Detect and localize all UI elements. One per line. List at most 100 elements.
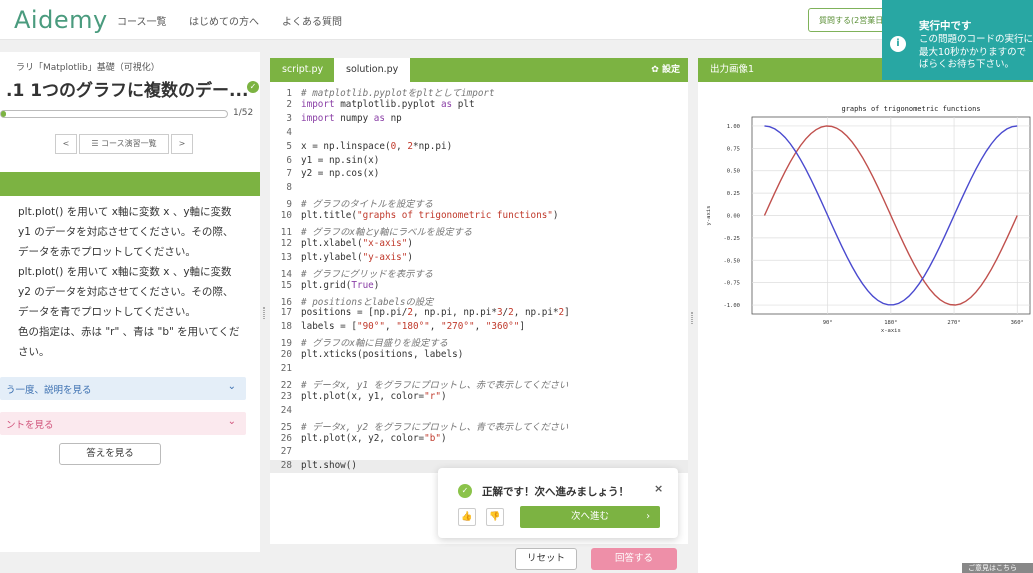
info-icon: i xyxy=(890,36,906,52)
nav-course-list[interactable]: コース一覧 xyxy=(117,13,167,28)
code-line[interactable]: 16 # positionsとlabelsの設定 xyxy=(270,294,688,308)
line-number: 25 xyxy=(280,421,292,433)
x-tick-label: 270° xyxy=(947,320,960,326)
code-line[interactable]: 21 xyxy=(270,363,688,376)
resize-handle-left[interactable] xyxy=(263,307,265,319)
editor-settings-button[interactable]: ✿ 設定 xyxy=(651,58,680,82)
code-line[interactable]: 14 # グラフにグリッドを表示する xyxy=(270,266,688,280)
code-line[interactable]: 19 # グラフのx軸に目盛りを設定する xyxy=(270,335,688,350)
nav-faq[interactable]: よくある質問 xyxy=(282,13,342,28)
lesson-title: .1 1つのグラフに複数のデー... xyxy=(6,81,249,101)
line-number: 2 xyxy=(286,98,292,110)
code-line[interactable]: 23 plt.plot(x, y1, color="r") xyxy=(270,391,688,404)
exercise-list-button[interactable]: ☰ コース演習一覧 xyxy=(79,134,169,154)
hint-accordion[interactable]: ントを見る ⌄ xyxy=(0,412,246,435)
code-line[interactable]: 18 labels = ["90°", "180°", "270°", "360°… xyxy=(270,321,688,334)
line-number: 26 xyxy=(280,432,292,444)
tab-output-image-1[interactable]: 出力画像1 xyxy=(698,58,766,82)
thumbs-up-icon[interactable]: 👍 xyxy=(458,508,476,526)
gear-icon: ✿ xyxy=(651,65,659,75)
line-number: 14 xyxy=(280,268,292,280)
code-line[interactable]: 4 xyxy=(270,127,688,140)
line-number: 12 xyxy=(280,237,292,249)
code-line[interactable]: 27 xyxy=(270,446,688,459)
next-exercise-button[interactable]: > xyxy=(171,134,193,154)
line-number: 18 xyxy=(280,321,292,333)
y-tick-label: 0.75 xyxy=(727,146,740,152)
code-line[interactable]: 11 # グラフのx軸とy軸にラベルを設定する xyxy=(270,224,688,238)
completed-check-icon: ✓ xyxy=(247,81,259,93)
progress-fill xyxy=(1,111,6,117)
tab-solution-py[interactable]: solution.py xyxy=(334,58,411,82)
y-tick-label: -0.25 xyxy=(723,236,740,242)
code-line[interactable]: 24 xyxy=(270,405,688,418)
line-number: 13 xyxy=(280,251,292,263)
line-number: 6 xyxy=(286,154,292,166)
code-line[interactable]: 25 # データx, y2 をグラフにプロットし、青で表示してください xyxy=(270,419,688,433)
explanation-accordion[interactable]: う一度、説明を見る ⌄ xyxy=(0,377,246,400)
line-number: 11 xyxy=(280,227,292,238)
task-line: 色の指定は、赤は "r" 、青は "b" を用いてくだ xyxy=(18,326,240,338)
line-number: 8 xyxy=(286,182,292,194)
breadcrumb[interactable]: ラリ「Matplotlib」基礎（可視化） xyxy=(16,60,160,73)
show-answer-button[interactable]: 答えを見る xyxy=(59,443,161,465)
running-title: 実行中です xyxy=(919,20,972,32)
line-number: 27 xyxy=(280,446,292,458)
x-tick-label: 180° xyxy=(884,320,897,326)
code-line[interactable]: 10 plt.title("graphs of trigonometric fun… xyxy=(270,210,688,223)
toast-message: 正解です！次へ進みましょう！ xyxy=(482,486,629,498)
line-number: 1 xyxy=(286,88,292,99)
running-message-line: この問題のコードの実行には xyxy=(919,34,1033,45)
y-tick-label: 1.00 xyxy=(727,124,740,130)
lesson-panel: ラリ「Matplotlib」基礎（可視化） .1 1つのグラフに複数のデー...… xyxy=(0,52,260,552)
code-line[interactable]: 3 import numpy as np xyxy=(270,113,688,126)
code-line[interactable]: 9 # グラフのタイトルを設定する xyxy=(270,196,688,211)
line-number: 9 xyxy=(286,199,292,211)
thumbs-down-icon[interactable]: 👎 xyxy=(486,508,504,526)
aidemy-logo[interactable]: Aidemy xyxy=(14,6,108,34)
resize-handle-right[interactable] xyxy=(691,312,693,324)
code-line[interactable]: 2 import matplotlib.pyplot as plt xyxy=(270,99,688,112)
output-chart: 90° 180° 270° 360° -1.00 -0.75 -0.50 -0.25 0.00 0… xyxy=(706,105,1031,334)
y-tick-label: -1.00 xyxy=(723,303,740,309)
code-line[interactable]: 12 plt.xlabel("x-axis") xyxy=(270,238,688,251)
nav-beginners[interactable]: はじめての方へ xyxy=(189,13,259,28)
line-number: 17 xyxy=(280,307,292,319)
feedback-tab[interactable]: ご意見はこちら xyxy=(962,563,1033,573)
prev-exercise-button[interactable]: < xyxy=(55,134,77,154)
chevron-down-icon: ⌄ xyxy=(227,416,236,427)
progress-count: 1/52 xyxy=(233,108,254,118)
explanation-label: う一度、説明を見る xyxy=(6,385,92,396)
editor-tab-bar: script.py solution.py ✿ 設定 xyxy=(270,58,688,82)
x-tick-label: 90° xyxy=(823,320,833,326)
task-instructions: plt.plot() を用いて x軸に変数 x 、y軸に変数 y1 のデータを対… xyxy=(18,202,254,362)
code-line[interactable]: 26 plt.plot(x, y2, color="b") xyxy=(270,433,688,446)
code-line[interactable]: 1 # matplotlib.pyplotをpltとしてimport xyxy=(270,85,688,99)
task-line: データを青でプロットしてください。 xyxy=(18,306,196,318)
tab-script-py[interactable]: script.py xyxy=(270,58,335,82)
line-number: 16 xyxy=(280,296,292,308)
line-number: 19 xyxy=(280,338,292,350)
line-number: 21 xyxy=(280,363,292,374)
code-line[interactable]: 8 xyxy=(270,182,688,195)
task-line: y1 のデータを対応させてください。その際、 xyxy=(18,226,234,238)
code-line[interactable]: 22 # データx, y1 をグラフにプロットし、赤で表示してください xyxy=(270,377,688,391)
code-line[interactable]: 17 positions = [np.pi/2, np.pi, np.pi*3/2… xyxy=(270,307,688,320)
line-number: 23 xyxy=(280,390,292,402)
next-step-button[interactable]: 次へ進む › xyxy=(520,506,660,528)
settings-label: 設定 xyxy=(661,65,680,75)
code-line[interactable]: 6 y1 = np.sin(x) xyxy=(270,155,688,168)
submit-answer-button[interactable]: 回答する xyxy=(591,548,677,570)
x-tick-label: 360° xyxy=(1011,320,1024,326)
code-line[interactable]: 20 plt.xticks(positions, labels) xyxy=(270,349,688,362)
code-line[interactable]: 7 y2 = np.cos(x) xyxy=(270,168,688,181)
y-tick-label: 0.00 xyxy=(727,214,740,220)
running-message: この問題のコードの実行には 最大10秒かかりますので ばらくお待ち下さい。 xyxy=(919,34,1033,72)
task-line: plt.plot() を用いて x軸に変数 x 、y軸に変数 xyxy=(18,266,232,278)
reset-button[interactable]: リセット xyxy=(515,548,577,570)
line-number: 10 xyxy=(280,210,292,222)
close-icon[interactable]: × xyxy=(654,482,663,495)
code-line[interactable]: 15 plt.grid(True) xyxy=(270,280,688,293)
code-line[interactable]: 13 plt.ylabel("y-axis") xyxy=(270,252,688,265)
code-line[interactable]: 5x = np.linspace(0, 2*np.pi) xyxy=(270,141,688,154)
